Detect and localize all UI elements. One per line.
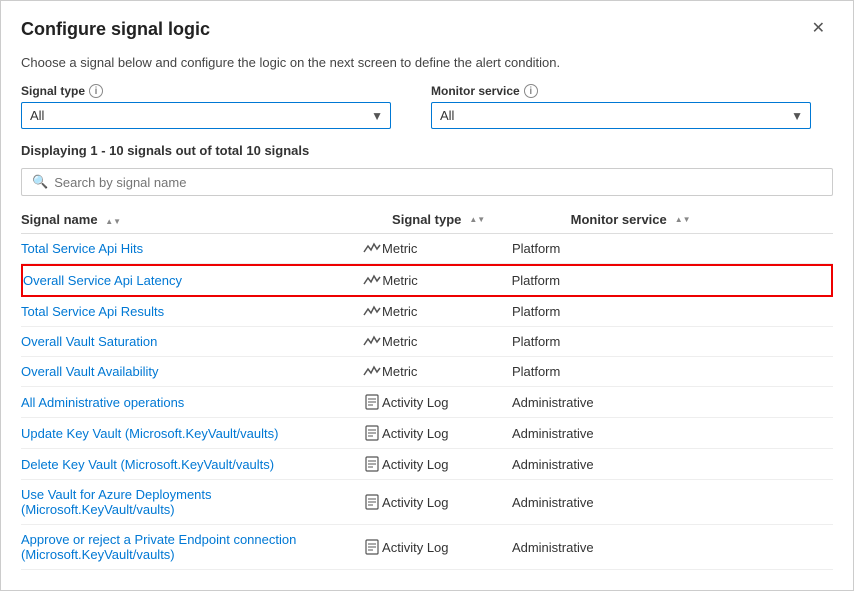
table-row[interactable]: Use Vault for Azure Deployments (Microso…: [21, 480, 833, 525]
signal-name-link[interactable]: Total Service Api Results: [21, 304, 362, 319]
dialog-description: Choose a signal below and configure the …: [21, 55, 833, 70]
col-header-monitor-service: Monitor service ▲▼: [571, 212, 733, 227]
monitor-service-info-icon[interactable]: i: [524, 84, 538, 98]
table-row[interactable]: Update Key Vault (Microsoft.KeyVault/vau…: [21, 418, 833, 449]
table-row[interactable]: All Administrative operations Activity L…: [21, 387, 833, 418]
signal-type-value: Metric: [382, 304, 512, 319]
signal-name-link[interactable]: Delete Key Vault (Microsoft.KeyVault/vau…: [21, 457, 362, 472]
activity-log-icon: [362, 425, 382, 441]
monitor-service-value: Platform: [512, 364, 674, 379]
signal-type-select[interactable]: All: [21, 102, 391, 129]
signal-name-link[interactable]: Use Vault for Azure Deployments (Microso…: [21, 487, 362, 517]
signal-type-value: Activity Log: [382, 457, 512, 472]
signal-type-sort-icon[interactable]: ▲▼: [469, 216, 485, 224]
signal-name-sort-icon[interactable]: ▲▼: [105, 218, 121, 226]
activity-log-icon: [362, 494, 382, 510]
table-row[interactable]: Delete Key Vault (Microsoft.KeyVault/vau…: [21, 449, 833, 480]
signal-type-value: Activity Log: [382, 426, 512, 441]
activity-log-icon: [362, 456, 382, 472]
dialog-title: Configure signal logic: [21, 19, 210, 40]
table-row[interactable]: Overall Vault Saturation Metric Platform: [21, 327, 833, 357]
signal-name-link[interactable]: Overall Vault Availability: [21, 364, 362, 379]
table-row[interactable]: Total Service Api Results Metric Platfor…: [21, 297, 833, 327]
dialog-header: Configure signal logic ✕: [1, 1, 853, 51]
dialog-body: Choose a signal below and configure the …: [1, 51, 853, 590]
activity-log-icon: [362, 539, 382, 555]
signal-type-dropdown-wrapper: All ▼: [21, 102, 391, 129]
signal-type-value: Metric: [382, 241, 512, 256]
configure-signal-dialog: Configure signal logic ✕ Choose a signal…: [0, 0, 854, 591]
monitor-service-value: Administrative: [512, 426, 674, 441]
monitor-service-value: Administrative: [512, 457, 674, 472]
table-header: Signal name ▲▼ Signal type ▲▼ Monitor se…: [21, 206, 833, 234]
metric-icon: [362, 242, 382, 256]
signal-table: Signal name ▲▼ Signal type ▲▼ Monitor se…: [21, 206, 833, 570]
monitor-service-group: Monitor service i All ▼: [431, 84, 811, 129]
signal-type-info-icon[interactable]: i: [89, 84, 103, 98]
close-button[interactable]: ✕: [804, 17, 833, 41]
signals-info: Displaying 1 - 10 signals out of total 1…: [21, 143, 833, 158]
metric-icon: [362, 365, 382, 379]
search-box: 🔍: [21, 168, 833, 196]
monitor-service-value: Platform: [512, 304, 674, 319]
signal-type-group: Signal type i All ▼: [21, 84, 391, 129]
search-input[interactable]: [54, 175, 822, 190]
signal-type-value: Metric: [382, 364, 512, 379]
activity-log-icon: [362, 394, 382, 410]
table-row[interactable]: Overall Service Api Latency Metric Platf…: [21, 264, 833, 297]
table-row[interactable]: Overall Vault Availability Metric Platfo…: [21, 357, 833, 387]
col-header-signal-name: Signal name ▲▼: [21, 212, 362, 227]
signal-type-value: Activity Log: [382, 395, 512, 410]
monitor-service-value: Platform: [512, 241, 674, 256]
signal-type-value: Activity Log: [382, 495, 512, 510]
signal-name-link[interactable]: Total Service Api Hits: [21, 241, 362, 256]
signal-type-value: Metric: [382, 273, 511, 288]
signal-type-value: Metric: [382, 334, 512, 349]
monitor-service-label: Monitor service i: [431, 84, 811, 98]
monitor-service-value: Platform: [512, 273, 674, 288]
table-row[interactable]: Total Service Api Hits Metric Platform: [21, 234, 833, 264]
signal-type-label: Signal type i: [21, 84, 391, 98]
signal-type-value: Activity Log: [382, 540, 512, 555]
monitor-service-value: Administrative: [512, 495, 674, 510]
table-row[interactable]: Approve or reject a Private Endpoint con…: [21, 525, 833, 570]
signal-name-link[interactable]: Overall Vault Saturation: [21, 334, 362, 349]
monitor-service-value: Administrative: [512, 395, 674, 410]
search-icon: 🔍: [32, 174, 48, 190]
monitor-service-value: Administrative: [512, 540, 674, 555]
monitor-service-dropdown-wrapper: All ▼: [431, 102, 811, 129]
col-header-signal-type: Signal type ▲▼: [392, 212, 571, 227]
metric-icon: [362, 305, 382, 319]
signal-name-link[interactable]: Overall Service Api Latency: [23, 273, 362, 288]
metric-icon: [362, 274, 382, 288]
signal-name-link[interactable]: Update Key Vault (Microsoft.KeyVault/vau…: [21, 426, 362, 441]
signal-name-link[interactable]: Approve or reject a Private Endpoint con…: [21, 532, 362, 562]
signal-name-link[interactable]: All Administrative operations: [21, 395, 362, 410]
monitor-service-value: Platform: [512, 334, 674, 349]
metric-icon: [362, 335, 382, 349]
dropdowns-row: Signal type i All ▼ Monitor service i: [21, 84, 833, 129]
monitor-service-sort-icon[interactable]: ▲▼: [675, 216, 691, 224]
monitor-service-select[interactable]: All: [431, 102, 811, 129]
table-rows-container: Total Service Api Hits Metric Platform O…: [21, 234, 833, 570]
